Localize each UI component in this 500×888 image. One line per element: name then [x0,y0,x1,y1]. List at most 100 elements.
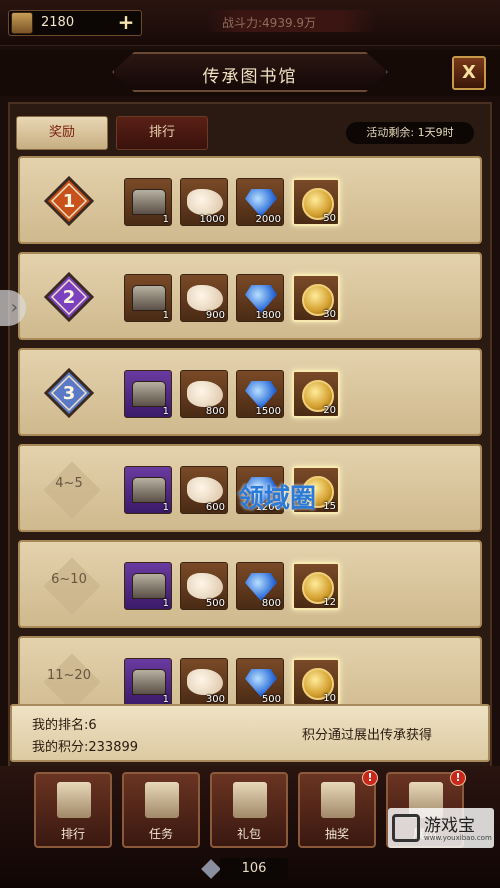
item-count: 30 [323,309,336,320]
chest-icon [132,573,166,599]
my-rank-text: 我的排名:6 [32,718,97,733]
gem-icon [245,189,277,217]
reward-list[interactable]: 1 1 1000 2000 50 2 1 900 1800 30 3 1 800 1500 20 4~5 1 60… [18,156,482,704]
rank-range: 11~20 [47,668,91,683]
item-count: 1000 [199,214,225,225]
item-count: 12 [323,597,336,608]
scroll-reward-item[interactable]: 800 [180,370,228,418]
rank-number: 2 [62,287,76,308]
page-title: 传承图书馆 [202,67,298,87]
chest-icon [132,381,166,407]
coin-reward-item[interactable]: 20 [292,370,340,418]
item-count: 1500 [255,406,281,417]
chest-icon [132,285,166,311]
rank-badge-icon: 3 [43,367,95,419]
score-hint-text: 积分通过展出传承获得 [302,728,433,743]
chest-icon [132,189,166,215]
chest-icon [132,477,166,503]
item-count: 1 [162,598,169,609]
alert-badge-icon: ! [450,770,466,786]
gem-icon [245,285,277,313]
currency-display: 2180 + [8,10,142,36]
scroll-reward-item[interactable]: 1000 [180,178,228,226]
tab-ranking[interactable]: 排行 [116,116,208,150]
chest-reward-item[interactable]: 1 [124,370,172,418]
watermark-brand: 游戏宝 www.youxibao.com [388,808,494,848]
reward-row: 6~10 1 500 800 12 [18,540,482,628]
gem-icon [245,573,277,601]
coin-reward-item[interactable]: 30 [292,274,340,322]
close-button[interactable]: X [452,56,486,90]
title-bar: 传承图书馆 X [0,50,500,96]
gift-bag-icon [233,782,267,818]
menu-button-1[interactable]: 任务 [122,772,200,848]
item-count: 800 [261,598,281,609]
menu-label: 礼包 [236,827,261,841]
chest-reward-item[interactable]: 1 [124,658,172,704]
menu-button-2[interactable]: 礼包 [210,772,288,848]
currency-value: 2180 [41,15,75,30]
item-count: 1 [162,406,169,417]
scroll-reward-item[interactable]: 900 [180,274,228,322]
menu-button-3[interactable]: 抽奖! [298,770,378,848]
brand-logo-icon [392,814,420,842]
scroll-icon [57,782,91,818]
item-count: 1 [162,694,169,704]
scroll-reward-item[interactable]: 500 [180,562,228,610]
scroll-icon [187,285,223,311]
tab-rewards[interactable]: 奖励 [16,116,108,150]
coin-reward-item[interactable]: 12 [292,562,340,610]
reward-row: 2 1 900 1800 30 [18,252,482,340]
rank-range: 4~5 [55,476,83,491]
item-count: 800 [205,406,225,417]
item-count: 1 [162,502,169,513]
scroll-icon [187,189,223,215]
gem-reward-item[interactable]: 1500 [236,370,284,418]
rank-badge-icon: 1 [43,175,95,227]
watermark-brand-text: 游戏宝 [424,816,475,836]
item-count: 600 [205,502,225,513]
chest-reward-item[interactable]: 1 [124,274,172,322]
item-count: 500 [261,694,281,704]
reward-row: 11~20 1 300 500 10 [18,636,482,704]
item-count: 10 [323,693,336,704]
menu-button-0[interactable]: 排行 [34,772,112,848]
item-count: 500 [205,598,225,609]
item-count: 2000 [255,214,281,225]
add-currency-button[interactable]: + [115,12,137,34]
item-count: 1800 [255,310,281,321]
top-status-bar: 2180 + 战斗力:4939.9万 [0,0,500,46]
watermark-center: 领域圈 [238,484,317,514]
rank-badge-icon: 2 [43,271,95,323]
scroll-reward-item[interactable]: 300 [180,658,228,704]
gem-reward-item[interactable]: 1800 [236,274,284,322]
rank-number: 1 [62,191,76,212]
gem-icon [245,381,277,409]
scroll-icon [187,573,223,599]
menu-label: 排行 [60,827,85,841]
chest-reward-item[interactable]: 1 [124,562,172,610]
watermark-brand-url: www.youxibao.com [424,834,492,842]
item-count: 20 [323,405,336,416]
chest-reward-item[interactable]: 1 [124,466,172,514]
gem-reward-item[interactable]: 2000 [236,178,284,226]
gem-reward-item[interactable]: 800 [236,562,284,610]
gem-reward-item[interactable]: 500 [236,658,284,704]
scroll-icon [187,381,223,407]
book-currency-icon [11,12,33,34]
combat-power-text: 战斗力:4939.9万 [222,16,317,30]
item-count: 1 [162,214,169,225]
scroll-reward-item[interactable]: 600 [180,466,228,514]
gem-icon [245,669,277,697]
scroll-icon [187,669,223,695]
map-icon [145,782,179,818]
item-count: 1 [162,310,169,321]
item-count: 15 [323,501,336,512]
item-count: 50 [323,213,336,224]
item-count: 300 [205,694,225,704]
coin-reward-item[interactable]: 50 [292,178,340,226]
menu-label: 抽奖 [324,827,349,841]
coin-reward-item[interactable]: 10 [292,658,340,704]
my-ranking-panel: 我的排名:6 我的积分:233899 积分通过展出传承获得 [10,704,490,762]
chest-reward-item[interactable]: 1 [124,178,172,226]
